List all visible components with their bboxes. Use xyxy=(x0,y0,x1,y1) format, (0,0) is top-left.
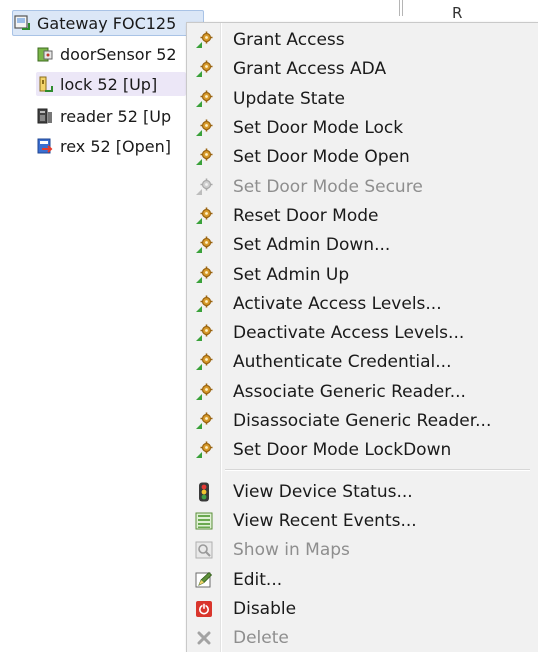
menu-item-label: Set Door Mode Lock xyxy=(233,118,404,138)
delete-x-icon xyxy=(193,627,215,649)
menu-item-set-door-mode-lockdown[interactable]: Set Door Mode LockDown xyxy=(189,436,534,464)
menu-item-label: Show in Maps xyxy=(233,540,350,560)
menu-item-label: Associate Generic Reader... xyxy=(233,382,466,402)
window: Gateway FOC125 doorSensor 52 lock 52 [Up… xyxy=(0,0,538,652)
menu-item-label: Delete xyxy=(233,628,289,648)
tree-item-reader[interactable]: reader 52 [Up xyxy=(36,104,186,128)
menu-item-label: Activate Access Levels... xyxy=(233,294,442,314)
command-gear-icon xyxy=(193,234,215,256)
command-gear-icon xyxy=(193,29,215,51)
menu-item-set-door-mode-open[interactable]: Set Door Mode Open xyxy=(189,143,534,171)
map-magnifier-icon xyxy=(193,539,215,561)
menu-item-set-admin-down[interactable]: Set Admin Down... xyxy=(189,231,534,259)
column-divider xyxy=(402,0,403,16)
card-reader-icon xyxy=(37,108,52,124)
tree-item-rex[interactable]: rex 52 [Open] xyxy=(36,134,186,158)
menu-item-view-device-status[interactable]: View Device Status... xyxy=(189,478,534,506)
menu-separator xyxy=(225,470,530,471)
tree-item-label: rex 52 [Open] xyxy=(60,136,172,156)
tree-item-label: lock 52 [Up] xyxy=(60,74,158,94)
tree-item-gateway[interactable]: Gateway FOC125 xyxy=(12,10,204,36)
menu-item-associate-generic-reader[interactable]: Associate Generic Reader... xyxy=(189,378,534,406)
context-menu: Grant Access Grant Access ADA Update Sta… xyxy=(186,22,538,652)
menu-item-deactivate-access-levels[interactable]: Deactivate Access Levels... xyxy=(189,319,534,347)
menu-item-label: Disable xyxy=(233,599,297,619)
event-list-icon xyxy=(193,510,215,532)
command-gear-icon xyxy=(193,58,215,80)
menu-item-label: Set Door Mode Secure xyxy=(233,177,423,197)
menu-item-reset-door-mode[interactable]: Reset Door Mode xyxy=(189,202,534,230)
menu-item-activate-access-levels[interactable]: Activate Access Levels... xyxy=(189,290,534,318)
menu-item-set-admin-up[interactable]: Set Admin Up xyxy=(189,261,534,289)
column-divider[interactable] xyxy=(399,0,400,16)
menu-item-grant-access-ada[interactable]: Grant Access ADA xyxy=(189,55,534,83)
menu-item-set-door-mode-secure[interactable]: Set Door Mode Secure xyxy=(189,173,534,201)
menu-item-show-in-maps[interactable]: Show in Maps xyxy=(189,536,534,564)
command-gear-icon xyxy=(193,176,215,198)
traffic-light-icon xyxy=(193,481,215,503)
menu-item-label: Set Admin Down... xyxy=(233,235,391,255)
menu-item-disable[interactable]: Disable xyxy=(189,595,534,623)
command-gear-icon xyxy=(193,322,215,344)
command-gear-icon xyxy=(193,439,215,461)
right-panel-header: R xyxy=(452,4,463,22)
menu-item-label: Update State xyxy=(233,89,345,109)
menu-item-disassociate-generic-reader[interactable]: Disassociate Generic Reader... xyxy=(189,407,534,435)
menu-item-label: Grant Access ADA xyxy=(233,59,387,79)
rex-exit-icon xyxy=(37,138,53,154)
command-gear-icon xyxy=(193,410,215,432)
menu-item-label: Authenticate Credential... xyxy=(233,352,452,372)
tree-item-lock[interactable]: lock 52 [Up] xyxy=(36,72,186,96)
edit-pencil-icon xyxy=(193,569,215,591)
menu-item-label: Deactivate Access Levels... xyxy=(233,323,465,343)
command-gear-icon xyxy=(193,351,215,373)
menu-item-set-door-mode-lock[interactable]: Set Door Mode Lock xyxy=(189,114,534,142)
tree-item-label: doorSensor 52 xyxy=(60,44,177,64)
tree-item-door-sensor[interactable]: doorSensor 52 xyxy=(36,42,186,66)
command-gear-icon xyxy=(193,381,215,403)
menu-item-grant-access[interactable]: Grant Access xyxy=(189,26,534,54)
menu-item-delete[interactable]: Delete xyxy=(189,624,534,652)
menu-item-update-state[interactable]: Update State xyxy=(189,85,534,113)
menu-item-edit[interactable]: Edit... xyxy=(189,566,534,594)
command-gear-icon xyxy=(193,264,215,286)
menu-item-label: Set Door Mode LockDown xyxy=(233,440,452,460)
tree-item-label: Gateway FOC125 xyxy=(37,13,177,33)
menu-item-label: Reset Door Mode xyxy=(233,206,379,226)
menu-item-view-recent-events[interactable]: View Recent Events... xyxy=(189,507,534,535)
menu-item-label: Set Door Mode Open xyxy=(233,147,410,167)
command-gear-icon xyxy=(193,117,215,139)
menu-item-label: View Recent Events... xyxy=(233,511,417,531)
lock-icon xyxy=(39,76,53,92)
menu-item-authenticate-credential[interactable]: Authenticate Credential... xyxy=(189,348,534,376)
menu-item-label: Grant Access xyxy=(233,30,345,50)
menu-item-label: View Device Status... xyxy=(233,482,413,502)
menu-item-label: Edit... xyxy=(233,570,283,590)
tree-item-label: reader 52 [Up xyxy=(60,106,172,126)
door-sensor-icon xyxy=(37,47,53,62)
command-gear-icon xyxy=(193,293,215,315)
command-gear-icon xyxy=(193,146,215,168)
command-gear-icon xyxy=(193,205,215,227)
menu-item-label: Set Admin Up xyxy=(233,265,350,285)
command-gear-icon xyxy=(193,88,215,110)
gateway-icon xyxy=(14,15,30,30)
menu-item-label: Disassociate Generic Reader... xyxy=(233,411,492,431)
power-icon xyxy=(193,598,215,620)
